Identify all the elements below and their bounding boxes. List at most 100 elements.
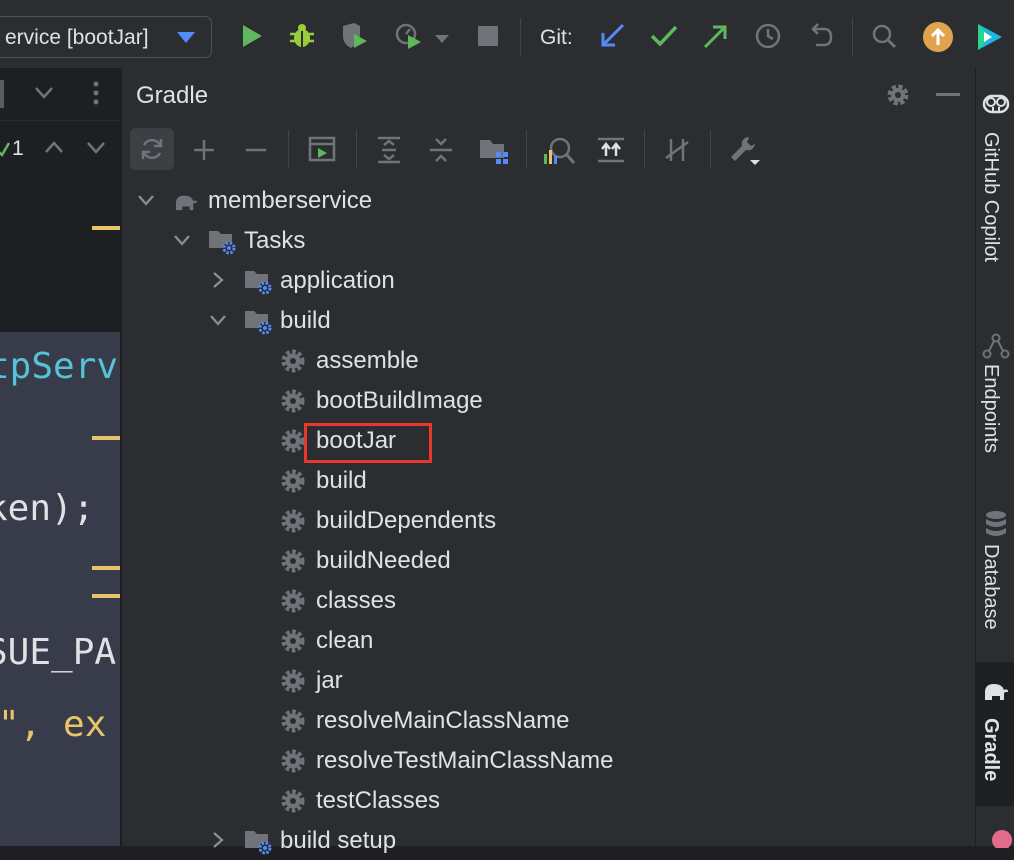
execute-task-icon[interactable] [308,136,336,162]
group-modules-icon[interactable] [478,136,510,166]
tree-node-group-build-setup[interactable]: build setup [122,820,975,860]
rollback-icon[interactable] [806,22,834,50]
chevron-right-icon[interactable] [210,820,226,860]
tree-node-task-resolvemainclassname[interactable]: resolveMainClassName [122,700,975,740]
expand-all-icon[interactable] [376,136,402,164]
gear-icon [280,580,310,620]
profile-icon[interactable] [394,22,422,50]
tree-node-label: jar [316,667,343,694]
debug-icon[interactable] [288,22,316,50]
tree-node-group-build[interactable]: build [122,300,975,340]
tab-endpoints[interactable]: Endpoints [976,324,1014,484]
gradle-panel-title: Gradle [136,82,209,109]
chevron-down-icon[interactable] [34,86,54,100]
chevron-down-icon[interactable] [174,220,190,260]
search-icon[interactable] [870,22,898,50]
tree-node-task-buildneeded[interactable]: buildNeeded [122,540,975,580]
tree-node-task-assemble[interactable]: assemble [122,340,975,380]
gear-icon [280,660,310,700]
tree-node-task-classes[interactable]: classes [122,580,975,620]
toolbar-separator [526,130,527,168]
tree-node-label: memberservice [208,187,373,214]
gear-icon[interactable] [884,81,912,109]
tree-node-task-builddependents[interactable]: buildDependents [122,500,975,540]
ide-update-icon[interactable] [922,21,954,53]
tree-node-task-bootbuildimage[interactable]: bootBuildImage [122,380,975,420]
toolbar-separator [710,130,711,168]
task-folder-icon [208,220,238,260]
tree-node-task-build[interactable]: build [122,460,975,500]
gear-icon [280,740,310,780]
add-icon[interactable] [192,138,216,162]
chevron-down-icon[interactable] [138,180,154,220]
code-underline [92,226,120,230]
gear-icon [280,340,310,380]
code-line: ", ex [0,704,107,745]
reload-button[interactable] [130,128,174,170]
more-run-options-icon[interactable] [434,34,450,44]
run-config-selector[interactable]: ervice [bootJar] [0,16,212,58]
tree-node-task-clean[interactable]: clean [122,620,975,660]
tree-node-task-jar[interactable]: jar [122,660,975,700]
endpoints-icon [982,333,1010,359]
code-line: SUE_PA [0,632,117,673]
tree-node-label: build [280,307,331,334]
toggle-skip-tests-icon[interactable] [662,136,692,164]
gradle-elephant-icon [172,180,202,220]
tree-node-label: buildNeeded [316,547,451,574]
run-icon[interactable] [238,22,266,50]
toolbox-icon[interactable] [974,22,1004,52]
git-update-icon[interactable] [598,22,626,50]
history-icon[interactable] [754,22,782,50]
tree-node-project[interactable]: memberservice [122,180,975,220]
minimize-icon[interactable] [936,93,960,96]
coverage-icon[interactable] [340,22,368,50]
build-tool-settings-icon[interactable] [728,134,762,166]
gear-icon [280,460,310,500]
toolbar-separator [644,130,645,168]
offline-mode-icon[interactable] [596,136,626,164]
git-push-icon[interactable] [702,22,730,50]
tree-node-task-resolvetestmainclassname[interactable]: resolveTestMainClassName [122,740,975,780]
plugin-icon[interactable] [988,826,1014,848]
more-options-icon[interactable] [92,80,100,106]
gear-icon [280,380,310,420]
main-toolbar: ervice [bootJar] Git: [0,0,1014,69]
toolbar-separator [852,18,853,56]
run-config-label: ervice [bootJar] [5,26,149,49]
tree-node-label: resolveTestMainClassName [316,747,614,774]
tree-node-label: assemble [316,347,419,374]
chevron-down-icon[interactable] [210,300,226,340]
stop-icon[interactable] [474,22,502,50]
chevron-right-icon[interactable] [210,260,226,300]
code-underline [92,594,120,598]
analyze-dependencies-icon[interactable] [542,136,576,166]
gear-icon [280,540,310,580]
git-commit-icon[interactable] [650,22,678,50]
gradle-elephant-icon [985,684,1008,700]
tree-node-task-bootjar[interactable]: bootJar [122,420,975,460]
tree-node-group-application[interactable]: application [122,260,975,300]
dropdown-arrow-icon [177,32,195,43]
code-underline [92,436,120,440]
task-folder-icon [244,300,274,340]
remove-icon[interactable] [244,138,268,162]
gear-icon [280,620,310,660]
tree-node-label: classes [316,587,397,614]
right-tool-window-bar: GitHub Copilot Endpoints Database Gradle [975,68,1014,848]
git-label: Git: [540,26,573,49]
collapse-all-icon[interactable] [428,136,454,164]
tree-node-label: Tasks [244,227,306,254]
tab-github-copilot[interactable]: GitHub Copilot [976,80,1014,300]
tab-gradle[interactable]: Gradle [976,662,1014,806]
tab-database[interactable]: Database [976,504,1014,654]
gear-icon [280,780,310,820]
tree-node-tasks[interactable]: Tasks [122,220,975,260]
toolbar-separator [288,130,289,168]
tree-node-task-testclasses[interactable]: testClasses [122,780,975,820]
tree-node-label: build setup [280,827,397,854]
tree-node-label: buildDependents [316,507,497,534]
code-line: ken); [0,488,95,529]
code-underline [92,566,120,570]
gradle-tool-window: Gradle memberservice Tasks application b… [121,68,975,855]
